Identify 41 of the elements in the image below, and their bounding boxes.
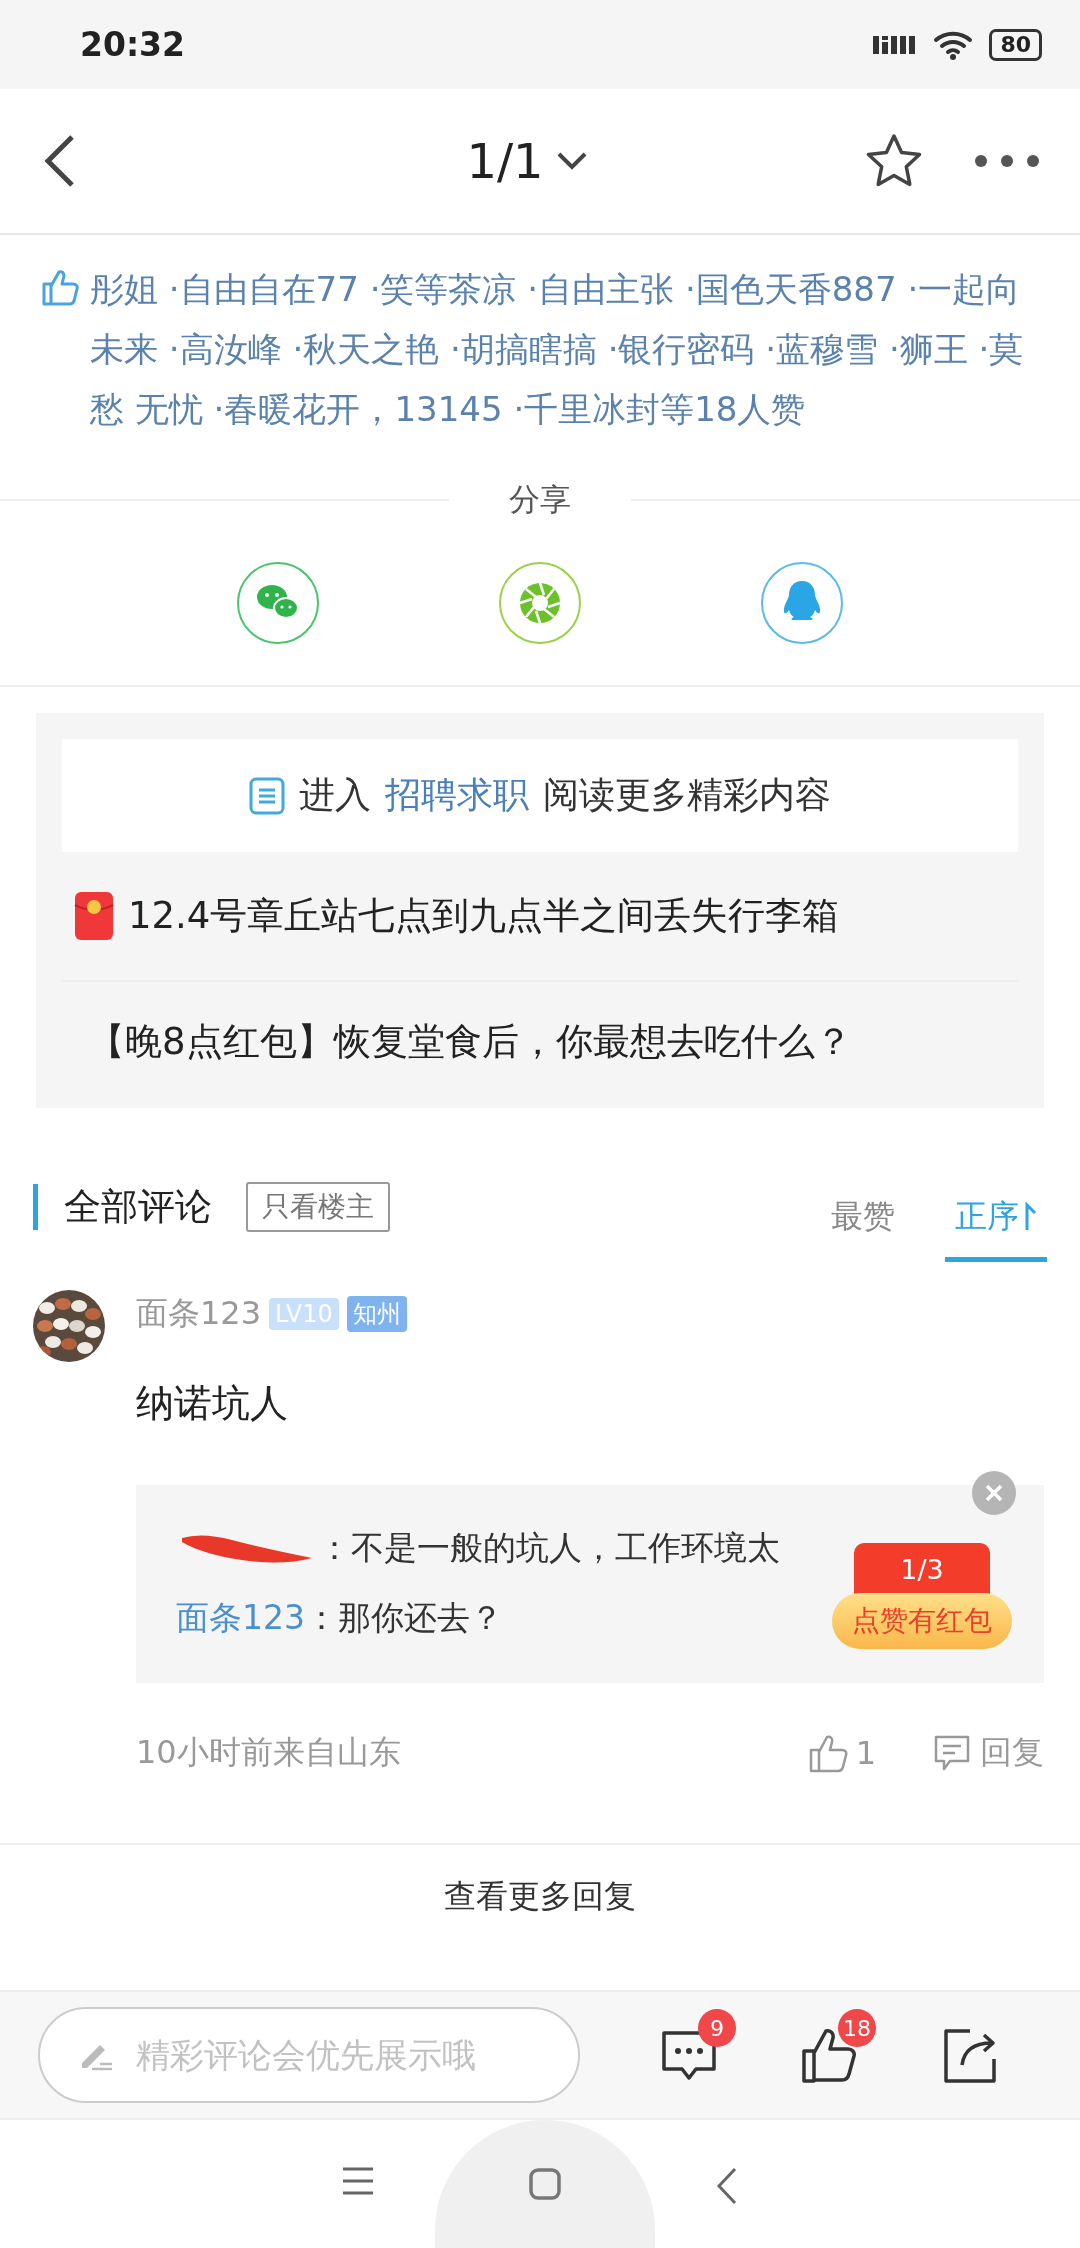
reply-text: ：那你还去？ <box>305 1597 503 1639</box>
forum-banner[interactable]: 进入 招聘求职 阅读更多精彩内容 <box>62 739 1018 852</box>
comment-count-badge: 9 <box>698 2009 736 2047</box>
share-title: 分享 <box>508 480 572 519</box>
likers-text: 彤姐 ·自由自在77 ·笑等茶凉 ·自由主张 ·国色天香887 ·一起向未来 ·高汝峰 ·秋天之艳 ·胡搞瞎搞 ·银行密码 ·蓝穆雪 ·狮王 ·莫愁 无忧 ·春暖花开，13145 ·千里冰封等18人赞 <box>90 268 1025 431</box>
comment-input[interactable]: 精彩评论会优先展示哦 <box>38 2007 580 2103</box>
penguin-icon[interactable] <box>760 561 844 645</box>
username[interactable]: 面条123 <box>136 1292 262 1336</box>
rank-badge: 知州 <box>346 1296 407 1332</box>
wechat-icon[interactable] <box>236 561 320 645</box>
page-indicator[interactable]: 1/1 <box>466 133 544 189</box>
comment-meta: 10小时前来自山东 <box>136 1732 401 1773</box>
reply-text: ：不是一般的坑人，工作环境太 <box>318 1527 780 1569</box>
post-title[interactable]: 12.4号章丘站七点到九点半之间丢失行李箱 <box>128 886 840 946</box>
menu-icon[interactable] <box>341 2166 375 2196</box>
promo-button[interactable]: 点赞有红包 <box>832 1593 1012 1649</box>
battery-indicator: 80 <box>989 28 1042 61</box>
filter-button[interactable]: 只看楼主 <box>246 1182 390 1232</box>
section-title: 全部评论 <box>64 1184 212 1230</box>
close-icon <box>985 1484 1003 1502</box>
comment-text: 纳诺坑人 <box>136 1380 289 1427</box>
list-icon <box>249 776 285 815</box>
forum-link[interactable]: 招聘求职 <box>385 771 529 820</box>
reply-username[interactable]: 面条123 <box>176 1583 305 1653</box>
more-icon[interactable] <box>974 154 1040 168</box>
back-icon[interactable] <box>715 2166 739 2206</box>
home-icon <box>529 2168 561 2200</box>
like-count-badge: 18 <box>838 2009 876 2047</box>
thumbs-up-icon[interactable] <box>807 1732 848 1774</box>
chevron-down-icon[interactable] <box>555 151 588 171</box>
thumbs-up-icon <box>40 267 80 307</box>
sort-tab[interactable]: 最赞 <box>821 1176 905 1262</box>
banner-text: 阅读更多精彩内容 <box>543 773 831 817</box>
envelope-icon <box>74 891 114 941</box>
banner-text: 进入 <box>299 773 371 817</box>
status-time: 20:32 <box>80 25 187 64</box>
sort-tab[interactable]: 正序 <box>945 1176 1047 1262</box>
reply-link[interactable]: 回复 <box>980 1731 1044 1775</box>
like-count: 1 <box>855 1734 876 1772</box>
more-replies-link[interactable]: 查看更多回复 <box>444 1875 636 1919</box>
post-title[interactable]: 【晚8点红包】恢复堂食后，你最想去吃什么？ <box>62 982 1018 1108</box>
